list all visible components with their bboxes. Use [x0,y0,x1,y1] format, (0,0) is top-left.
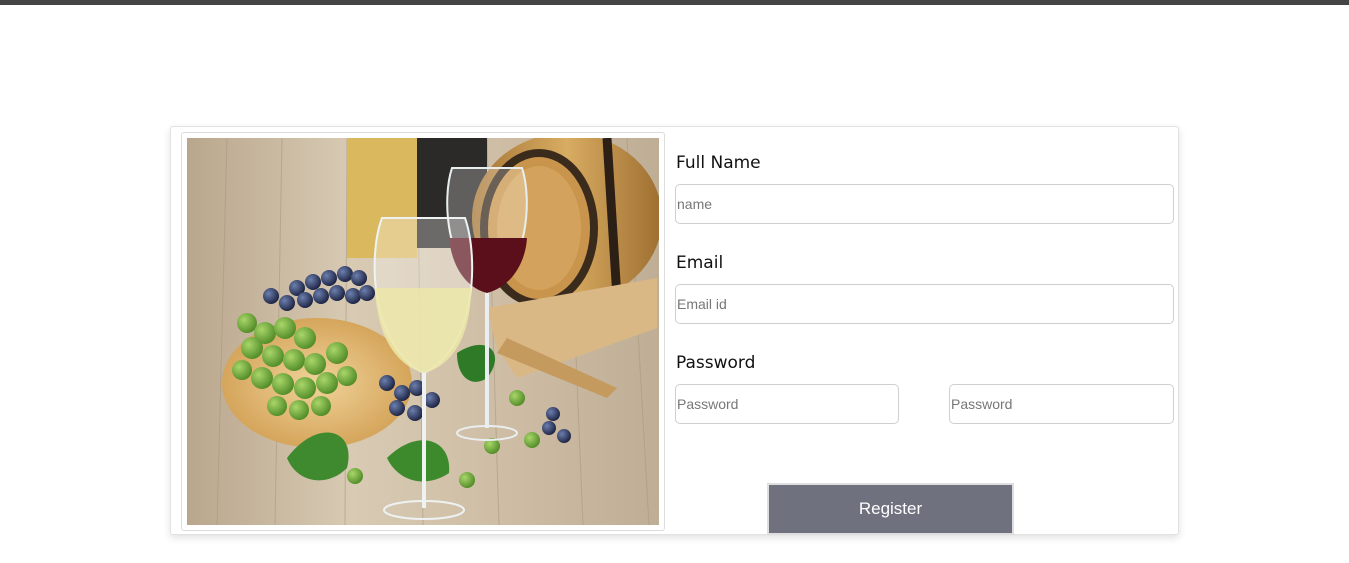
full-name-label: Full Name [676,153,761,173]
registration-form: Full Name Email Password Register [675,127,1175,536]
hero-image-frame [181,132,665,531]
full-name-input[interactable] [675,184,1174,224]
confirm-password-input[interactable] [949,384,1174,424]
wine-grapes-image [187,138,659,525]
top-bar [0,0,1349,5]
email-label: Email [676,253,724,273]
email-input[interactable] [675,284,1174,324]
password-input[interactable] [675,384,899,424]
register-button[interactable]: Register [767,483,1014,535]
password-label: Password [676,353,756,373]
registration-card: Full Name Email Password Register [170,126,1179,535]
